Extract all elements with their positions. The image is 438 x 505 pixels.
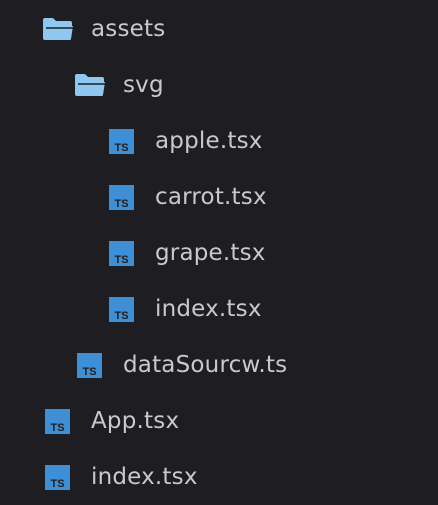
typescript-file-icon: TS bbox=[109, 128, 134, 154]
tree-item-label: App.tsx bbox=[91, 408, 180, 434]
svg-text:TS: TS bbox=[114, 198, 128, 210]
tree-item-datasource-file[interactable]: TS dataSourcw.ts bbox=[77, 337, 287, 393]
tree-item-label: dataSourcw.ts bbox=[123, 352, 288, 378]
folder-open-icon bbox=[42, 17, 74, 41]
typescript-file-icon: TS bbox=[109, 296, 134, 322]
svg-text:TS: TS bbox=[82, 366, 96, 378]
tree-item-root-index-file[interactable]: TS index.tsx bbox=[45, 449, 198, 505]
tree-item-label: assets bbox=[91, 16, 166, 42]
tree-item-assets-folder[interactable]: assets bbox=[42, 1, 165, 57]
tree-item-carrot-file[interactable]: TS carrot.tsx bbox=[109, 169, 267, 225]
svg-text:TS: TS bbox=[114, 310, 128, 322]
folder-open-icon bbox=[74, 73, 106, 97]
svg-text:TS: TS bbox=[114, 254, 128, 266]
tree-item-label: carrot.tsx bbox=[155, 184, 267, 210]
file-explorer-tree: assets svg TS apple.tsx TS carrot.tsx TS… bbox=[0, 0, 438, 496]
svg-text:TS: TS bbox=[114, 142, 128, 154]
typescript-file-icon: TS bbox=[77, 352, 102, 378]
tree-item-label: index.tsx bbox=[91, 464, 198, 490]
tree-item-apple-file[interactable]: TS apple.tsx bbox=[109, 113, 263, 169]
tree-item-grape-file[interactable]: TS grape.tsx bbox=[109, 225, 266, 281]
typescript-file-icon: TS bbox=[109, 184, 134, 210]
svg-text:TS: TS bbox=[50, 478, 64, 490]
svg-text:TS: TS bbox=[50, 422, 64, 434]
tree-item-label: apple.tsx bbox=[155, 128, 263, 154]
typescript-file-icon: TS bbox=[45, 464, 70, 490]
typescript-file-icon: TS bbox=[109, 240, 134, 266]
tree-item-label: svg bbox=[123, 72, 164, 98]
tree-item-label: index.tsx bbox=[155, 296, 262, 322]
typescript-file-icon: TS bbox=[45, 408, 70, 434]
tree-item-label: grape.tsx bbox=[155, 240, 266, 266]
tree-item-svg-folder[interactable]: svg bbox=[74, 57, 164, 113]
tree-item-svg-index-file[interactable]: TS index.tsx bbox=[109, 281, 262, 337]
tree-item-app-file[interactable]: TS App.tsx bbox=[45, 393, 179, 449]
